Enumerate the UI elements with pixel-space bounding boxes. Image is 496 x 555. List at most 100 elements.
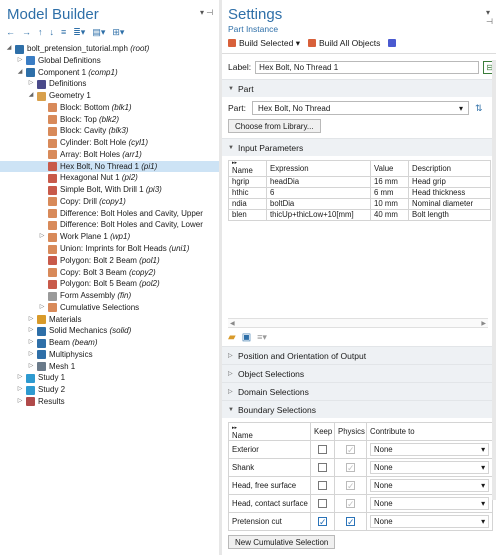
save-icon[interactable]: ▣	[242, 332, 251, 343]
contribute-select[interactable]: None ▾	[370, 461, 489, 474]
tree-node[interactable]: Hexagonal Nut 1 (pi2)	[0, 172, 219, 184]
tree-node[interactable]: Polygon: Bolt 5 Beam (pol2)	[0, 278, 219, 290]
expand-icon[interactable]: ▷	[16, 396, 24, 408]
table-cell[interactable]: 6	[266, 187, 371, 199]
column-header[interactable]: Physics	[334, 422, 367, 441]
column-header[interactable]: Description	[408, 160, 491, 177]
horizontal-scrollbar[interactable]: ◀ ▶	[228, 318, 488, 328]
table-row[interactable]: blen thicUp+thicLow+10[mm] 40 mm Bolt lengt…	[228, 209, 491, 221]
physics-checkbox[interactable]	[346, 514, 355, 530]
section-collapsed[interactable]: ▷ Object Selections	[222, 364, 496, 382]
tree-node[interactable]: Block: Bottom (blk1)	[0, 102, 219, 114]
contribute-select[interactable]: None ▾	[370, 515, 489, 528]
grid-icon[interactable]: ⊞▾	[112, 27, 124, 38]
expand-icon[interactable]: ▷	[38, 302, 46, 314]
new-cumulative-selection-button[interactable]: New Cumulative Selection	[228, 535, 336, 549]
expand-icon[interactable]: ▷	[27, 314, 35, 326]
forward-icon[interactable]: →	[22, 27, 31, 37]
table-cell[interactable]: hgrip	[228, 176, 267, 188]
view-icon[interactable]: ▤▾	[92, 27, 105, 38]
tree-node[interactable]: Array: Bolt Holes (arr1)	[0, 149, 219, 161]
collapse-icon[interactable]: ◢	[27, 90, 35, 102]
tree-node[interactable]: ▷ Results	[0, 396, 219, 408]
vertical-scrollbar[interactable]	[492, 60, 496, 500]
contribute-select[interactable]: None ▾	[370, 443, 489, 456]
table-cell[interactable]: boltDia	[266, 198, 371, 210]
column-header[interactable]: ▸▸ Name	[228, 160, 267, 177]
table-cell[interactable]: ndia	[228, 198, 267, 210]
column-header[interactable]: Value	[370, 160, 409, 177]
contribute-select[interactable]: None ▾	[370, 479, 489, 492]
table-cell[interactable]: hthic	[228, 187, 267, 199]
tree-node[interactable]: Difference: Bolt Holes and Cavity, Lower	[0, 219, 219, 231]
contribute-select[interactable]: None ▾	[370, 497, 489, 510]
table-cell[interactable]: 10 mm	[370, 198, 409, 210]
scroll-right-icon[interactable]: ▶	[481, 320, 486, 327]
tree-node[interactable]: ▷ Study 1	[0, 372, 219, 384]
table-cell[interactable]: thicUp+thicLow+10[mm]	[266, 209, 371, 221]
choose-library-button[interactable]: Choose from Library...	[228, 119, 321, 133]
pin-icon[interactable]: ▾ ⊣	[200, 8, 213, 17]
tree-node[interactable]: ◢ Geometry 1	[0, 90, 219, 102]
table-cell[interactable]: Nominal diameter	[408, 198, 491, 210]
build-all-button[interactable]: Build All Objects	[307, 38, 380, 48]
tree-node[interactable]: Difference: Bolt Holes and Cavity, Upper	[0, 208, 219, 220]
expand-icon[interactable]: ▷	[16, 384, 24, 396]
collapse-icon[interactable]: ◢	[5, 43, 13, 55]
tree-node[interactable]: Block: Top (blk2)	[0, 114, 219, 126]
tree-node[interactable]: ▷ Beam (beam)	[0, 337, 219, 349]
table-menu-icon[interactable]: ≡▾	[257, 332, 267, 343]
tree-node[interactable]: Copy: Bolt 3 Beam (copy2)	[0, 267, 219, 279]
tree-node[interactable]: Block: Cavity (blk3)	[0, 125, 219, 137]
table-cell[interactable]: Head grip	[408, 176, 491, 188]
table-cell[interactable]: 40 mm	[370, 209, 409, 221]
column-header[interactable]: Expression	[266, 160, 371, 177]
column-header[interactable]: Keep	[310, 422, 335, 441]
keep-checkbox[interactable]	[318, 514, 327, 530]
build-selected-button[interactable]: Build Selected ▾	[228, 38, 300, 49]
keep-checkbox[interactable]	[318, 481, 327, 491]
section-part[interactable]: ▼ Part	[222, 79, 496, 97]
expand-icon[interactable]: ▷	[16, 372, 24, 384]
graphics-icon[interactable]	[388, 39, 397, 47]
table-cell[interactable]: Bolt length	[408, 209, 491, 221]
expand-icon[interactable]: ▷	[16, 55, 24, 67]
tree-node[interactable]: ▷ Work Plane 1 (wp1)	[0, 231, 219, 243]
tree-node[interactable]: ▷ Cumulative Selections	[0, 302, 219, 314]
tree-node[interactable]: Union: Imprints for Bolt Heads (uni1)	[0, 243, 219, 255]
table-row[interactable]: ndia boltDia 10 mm Nominal diameter	[228, 198, 491, 210]
pin-icon[interactable]: ▾ ⊣	[486, 8, 496, 26]
tree-node[interactable]: Polygon: Bolt 2 Beam (pol1)	[0, 255, 219, 267]
expand-icon[interactable]: ▷	[27, 325, 35, 337]
physics-checkbox[interactable]	[346, 478, 355, 494]
tree-node[interactable]: ▷ Solid Mechanics (solid)	[0, 325, 219, 337]
physics-checkbox[interactable]	[346, 460, 355, 476]
table-cell[interactable]: 16 mm	[370, 176, 409, 188]
expand-icon[interactable]: ▷	[27, 349, 35, 361]
tree-node[interactable]: ▷ Definitions	[0, 78, 219, 90]
move-down-icon[interactable]: ↓	[50, 27, 55, 37]
table-cell[interactable]: blen	[228, 209, 267, 221]
physics-checkbox[interactable]	[346, 442, 355, 458]
scroll-left-icon[interactable]: ◀	[230, 320, 235, 327]
tree-node[interactable]: ▷ Mesh 1	[0, 361, 219, 373]
tree-node[interactable]: Form Assembly (fin)	[0, 290, 219, 302]
label-input[interactable]: Hex Bolt, No Thread 1	[255, 60, 480, 74]
expand-icon[interactable]: ▷	[38, 231, 46, 243]
section-collapsed[interactable]: ▷ Position and Orientation of Output	[222, 346, 496, 364]
expand-icon[interactable]: ≣▾	[73, 27, 85, 38]
part-select[interactable]: Hex Bolt, No Thread ▾	[251, 101, 469, 115]
section-boundary-selections[interactable]: ▼ Boundary Selections	[222, 400, 496, 418]
keep-checkbox[interactable]	[318, 463, 327, 473]
expand-icon[interactable]: ▷	[27, 78, 35, 90]
tree-node[interactable]: ◢ Component 1 (comp1)	[0, 67, 219, 79]
back-icon[interactable]: ←	[6, 27, 15, 37]
show-icon[interactable]: ≡	[61, 27, 66, 37]
tree-node[interactable]: Hex Bolt, No Thread 1 (pi1)	[0, 160, 219, 173]
table-cell[interactable]: headDia	[266, 176, 371, 188]
tree-node[interactable]: Copy: Drill (copy1)	[0, 196, 219, 208]
tree-node[interactable]: ▷ Global Definitions	[0, 55, 219, 67]
open-folder-icon[interactable]: ▰	[228, 332, 236, 343]
tree-node[interactable]: ◢ bolt_pretension_tutorial.mph (root)	[0, 43, 219, 55]
part-settings-icon[interactable]: ⇅	[475, 103, 483, 114]
